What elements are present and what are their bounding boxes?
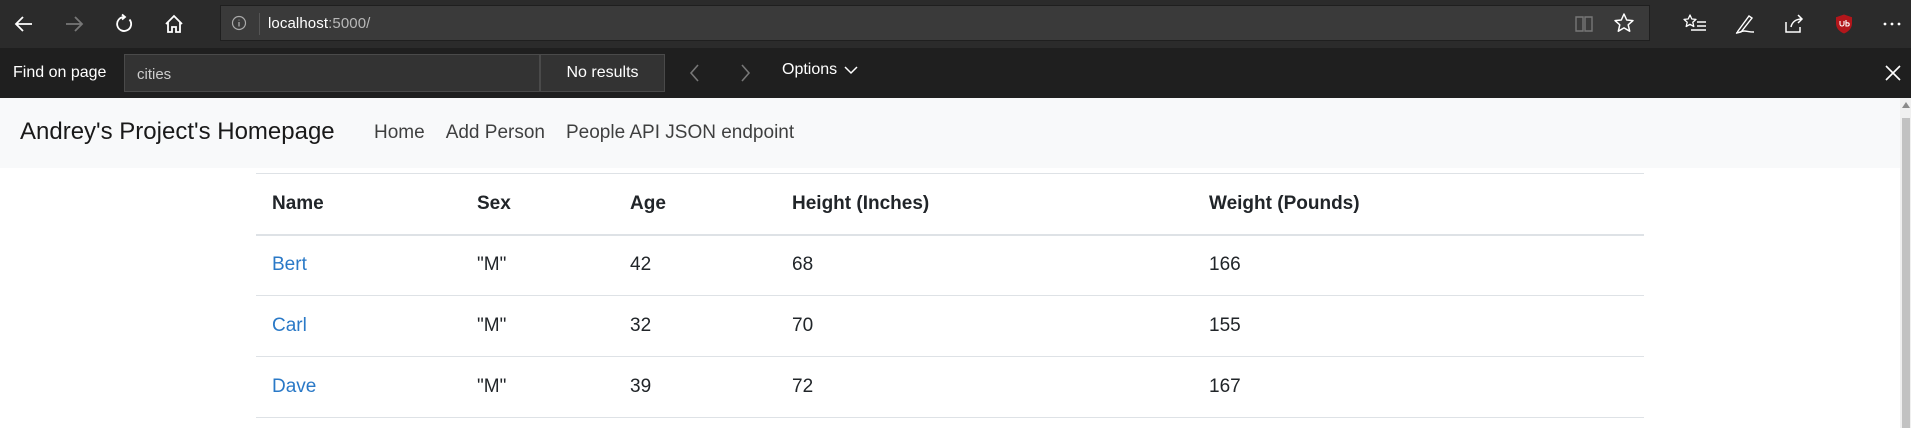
refresh-icon	[116, 13, 133, 32]
ublock-extension-button[interactable]	[1828, 8, 1860, 40]
cell-name: Carl	[256, 296, 461, 357]
scrollbar-thumb[interactable]	[1902, 118, 1910, 428]
nav-link-home[interactable]: Home	[374, 122, 425, 144]
table-row: Dave "M" 39 72 167	[256, 357, 1644, 418]
ublock-shield-icon	[1836, 14, 1852, 34]
find-previous-button[interactable]	[684, 62, 706, 84]
reading-view-icon[interactable]	[1574, 14, 1594, 39]
people-table-container: Name Sex Age Height (Inches) Weight (Pou…	[256, 173, 1644, 418]
back-arrow-icon	[14, 16, 32, 32]
find-results-count: No results	[540, 54, 665, 92]
find-options-label: Options	[782, 61, 838, 78]
scroll-up-arrow-icon[interactable]	[1902, 102, 1910, 108]
chevron-down-icon	[844, 66, 858, 75]
cell-name: Bert	[256, 235, 461, 296]
favorite-star-icon[interactable]	[1613, 12, 1635, 39]
home-button[interactable]	[158, 8, 190, 40]
pen-icon	[1735, 15, 1755, 35]
cell-sex: "M"	[477, 254, 507, 276]
cell-age: 42	[630, 254, 652, 276]
cell-name: Dave	[256, 357, 461, 418]
cell-weight: 166	[1209, 254, 1241, 276]
find-options-button[interactable]: Options	[782, 61, 859, 79]
find-input-box[interactable]	[124, 54, 540, 93]
cell-height: 70	[792, 315, 814, 336]
page-content: Andrey's Project's Homepage Home Add Per…	[0, 98, 1900, 428]
more-dots-icon	[1883, 22, 1901, 26]
table-row: Bert "M" 42 68 166	[256, 235, 1644, 296]
person-link[interactable]: Carl	[272, 315, 307, 336]
web-note-button[interactable]	[1729, 8, 1761, 40]
find-on-page-bar: Find on page No results Options	[0, 48, 1911, 98]
cell-age: 39	[630, 376, 652, 397]
column-header-weight: Weight (Pounds)	[1209, 192, 1360, 214]
navbar-links: Home Add Person People API JSON endpoint	[374, 122, 815, 144]
favorites-hub-button[interactable]	[1679, 8, 1711, 40]
site-navbar: Andrey's Project's Homepage Home Add Per…	[0, 98, 1900, 168]
url-port-path: :5000/	[328, 15, 371, 32]
column-header-sex: Sex	[477, 192, 511, 214]
navbar-brand[interactable]: Andrey's Project's Homepage	[20, 118, 335, 146]
find-label: Find on page	[13, 64, 107, 81]
person-link[interactable]: Dave	[272, 376, 316, 397]
cell-sex: "M"	[477, 315, 507, 336]
browser-toolbar: localhost:5000/	[0, 0, 1911, 48]
address-separator	[259, 13, 260, 35]
share-button[interactable]	[1778, 8, 1810, 40]
page-scrollbar[interactable]	[1900, 98, 1911, 428]
nav-link-add-person[interactable]: Add Person	[446, 122, 545, 144]
favorites-list-icon	[1683, 14, 1706, 31]
chevron-right-icon	[741, 64, 751, 82]
forward-arrow-icon	[66, 16, 84, 32]
cell-sex: "M"	[477, 376, 507, 397]
column-header-name: Name	[272, 192, 324, 214]
column-header-height: Height (Inches)	[792, 192, 930, 214]
find-input[interactable]	[135, 55, 529, 93]
cell-height: 68	[792, 254, 814, 276]
back-button[interactable]	[8, 8, 40, 40]
cell-height: 72	[792, 376, 814, 397]
find-next-button[interactable]	[734, 62, 756, 84]
cell-age: 32	[630, 315, 652, 336]
chevron-left-icon	[689, 64, 699, 82]
home-icon	[165, 14, 183, 33]
people-table: Name Sex Age Height (Inches) Weight (Pou…	[256, 173, 1644, 418]
url-host: localhost	[268, 15, 329, 32]
cell-weight: 167	[1209, 376, 1241, 397]
cell-weight: 155	[1209, 315, 1241, 336]
nav-link-people-api[interactable]: People API JSON endpoint	[566, 122, 794, 144]
share-icon	[1785, 14, 1804, 33]
site-info-icon[interactable]	[231, 15, 247, 31]
close-icon	[1885, 65, 1901, 81]
url-text[interactable]: localhost:5000/	[268, 15, 370, 32]
refresh-button[interactable]	[108, 8, 140, 40]
more-menu-button[interactable]	[1876, 8, 1908, 40]
person-link[interactable]: Bert	[272, 254, 307, 275]
table-header-row: Name Sex Age Height (Inches) Weight (Pou…	[256, 173, 1644, 235]
address-bar[interactable]: localhost:5000/	[220, 5, 1650, 41]
table-row: Carl "M" 32 70 155	[256, 296, 1644, 357]
find-close-button[interactable]	[1882, 62, 1904, 84]
column-header-age: Age	[630, 192, 666, 214]
forward-button[interactable]	[58, 8, 90, 40]
